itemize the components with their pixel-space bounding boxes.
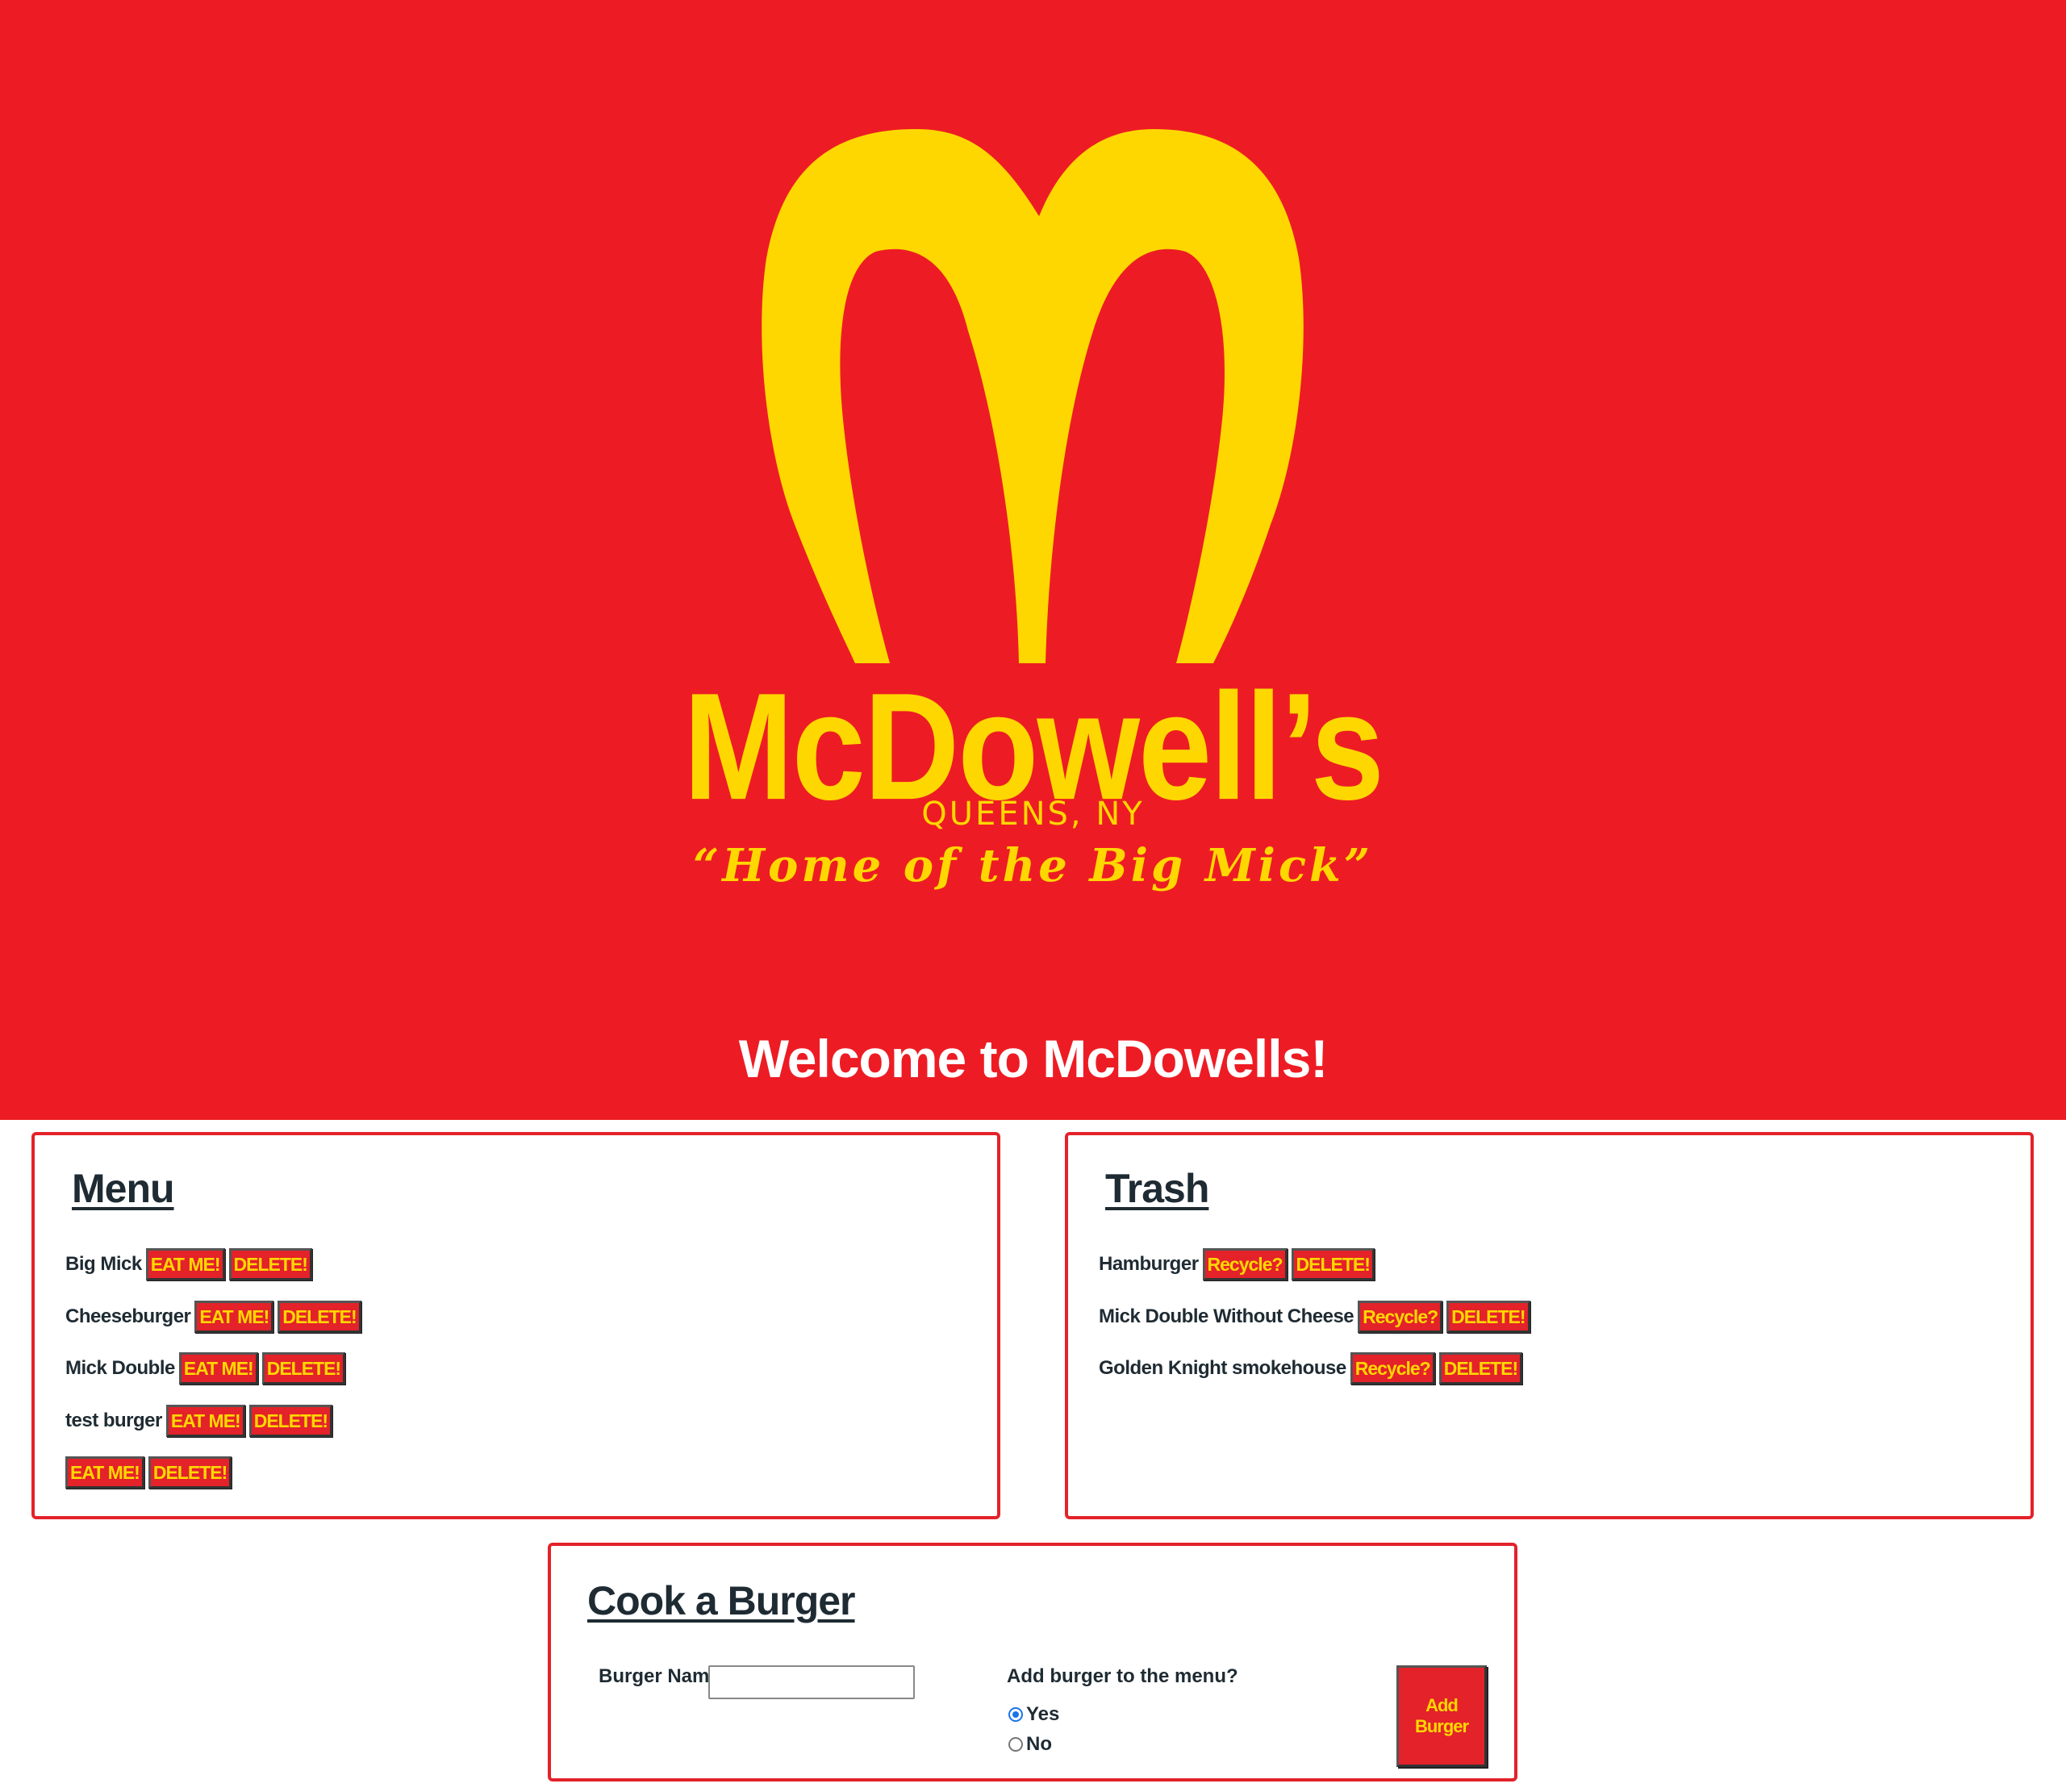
menu-item: Cheeseburger EAT ME! DELETE! — [65, 1300, 365, 1333]
trash-item: Hamburger Recycle? DELETE! — [1099, 1248, 1534, 1280]
delete-button[interactable]: DELETE! — [278, 1300, 361, 1333]
trash-item: Golden Knight smokehouse Recycle? DELETE… — [1099, 1352, 1534, 1385]
menu-item: Mick Double EAT ME! DELETE! — [65, 1352, 365, 1385]
delete-button[interactable]: DELETE! — [248, 1404, 333, 1437]
delete-button[interactable]: DELETE! — [1291, 1248, 1375, 1280]
menu-item-name: Cheeseburger — [65, 1305, 191, 1327]
delete-button[interactable]: DELETE! — [1446, 1300, 1530, 1333]
eat-button[interactable]: EAT ME! — [194, 1300, 274, 1333]
menu-item: Big Mick EAT ME! DELETE! — [65, 1248, 365, 1280]
menu-panel: Menu Big Mick EAT ME! DELETE! Cheeseburg… — [31, 1132, 1000, 1519]
menu-list: Big Mick EAT ME! DELETE! Cheeseburger EA… — [65, 1248, 365, 1509]
radio-no-option[interactable]: No — [1008, 1733, 1052, 1756]
hero-banner: McDowell’s QUEENS, NY “Home of the Big M… — [0, 0, 2066, 1120]
eat-button[interactable]: EAT ME! — [145, 1248, 225, 1280]
menu-item-name: Mick Double — [65, 1357, 175, 1379]
radio-yes-label: Yes — [1026, 1703, 1060, 1725]
burger-name-input[interactable] — [708, 1665, 915, 1699]
eat-button[interactable]: EAT ME! — [65, 1456, 144, 1489]
burger-name-label: Burger Name: — [599, 1665, 727, 1687]
welcome-heading: Welcome to McDowells! — [738, 1029, 1329, 1088]
delete-button[interactable]: DELETE! — [228, 1248, 312, 1280]
menu-title: Menu — [72, 1166, 175, 1211]
menu-item: EAT ME! DELETE! — [65, 1456, 365, 1489]
trash-panel: Trash Hamburger Recycle? DELETE! Mick Do… — [1065, 1132, 2034, 1519]
menu-item-name: test burger — [65, 1409, 162, 1431]
brand-tagline: “Home of the Big Mick” — [692, 839, 1374, 892]
eat-button[interactable]: EAT ME! — [178, 1352, 258, 1385]
brand-location: QUEENS, NY — [921, 796, 1145, 833]
trash-item: Mick Double Without Cheese Recycle? DELE… — [1099, 1300, 1534, 1333]
trash-title: Trash — [1105, 1166, 1209, 1211]
radio-yes-option[interactable]: Yes — [1008, 1703, 1059, 1726]
add-to-menu-question: Add burger to the menu? — [1007, 1665, 1238, 1687]
delete-button[interactable]: DELETE! — [1438, 1352, 1523, 1385]
recycle-button[interactable]: Recycle? — [1202, 1248, 1288, 1280]
trash-item-name: Hamburger — [1099, 1253, 1199, 1275]
trash-item-name: Mick Double Without Cheese — [1099, 1305, 1354, 1327]
trash-item-name: Golden Knight smokehouse — [1099, 1357, 1346, 1379]
radio-no-label: No — [1026, 1733, 1052, 1755]
trash-list: Hamburger Recycle? DELETE! Mick Double W… — [1099, 1248, 1534, 1405]
recycle-button[interactable]: Recycle? — [1350, 1352, 1435, 1385]
add-burger-button[interactable]: Add Burger — [1396, 1665, 1487, 1767]
delete-button[interactable]: DELETE! — [261, 1352, 346, 1385]
radio-yes[interactable] — [1008, 1707, 1023, 1722]
golden-arches-logo-icon — [762, 129, 1304, 663]
delete-button[interactable]: DELETE! — [148, 1456, 232, 1489]
recycle-button[interactable]: Recycle? — [1358, 1300, 1443, 1333]
cook-burger-panel: Cook a Burger Burger Name: Add burger to… — [548, 1543, 1517, 1782]
eat-button[interactable]: EAT ME! — [165, 1404, 245, 1437]
menu-item-name: Big Mick — [65, 1253, 142, 1275]
cook-title: Cook a Burger — [587, 1578, 856, 1623]
menu-item: test burger EAT ME! DELETE! — [65, 1404, 365, 1437]
radio-no[interactable] — [1008, 1737, 1023, 1752]
